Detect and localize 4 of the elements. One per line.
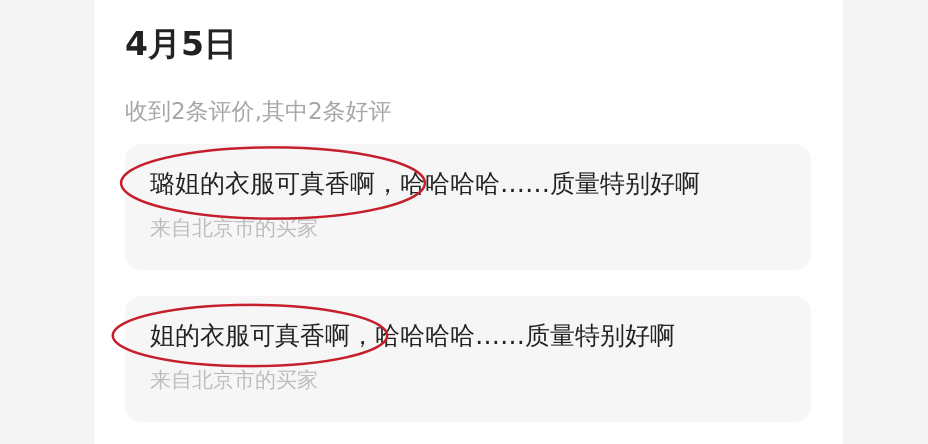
date-heading: 4月5日 (125, 23, 238, 65)
review-summary: 收到2条评价,其中2条好评 (125, 98, 393, 127)
reviewer-location: 来自北京市的买家 (150, 367, 319, 394)
review-text: 璐姐的衣服可真香啊，哈哈哈哈……质量特别好啊 (150, 168, 701, 200)
